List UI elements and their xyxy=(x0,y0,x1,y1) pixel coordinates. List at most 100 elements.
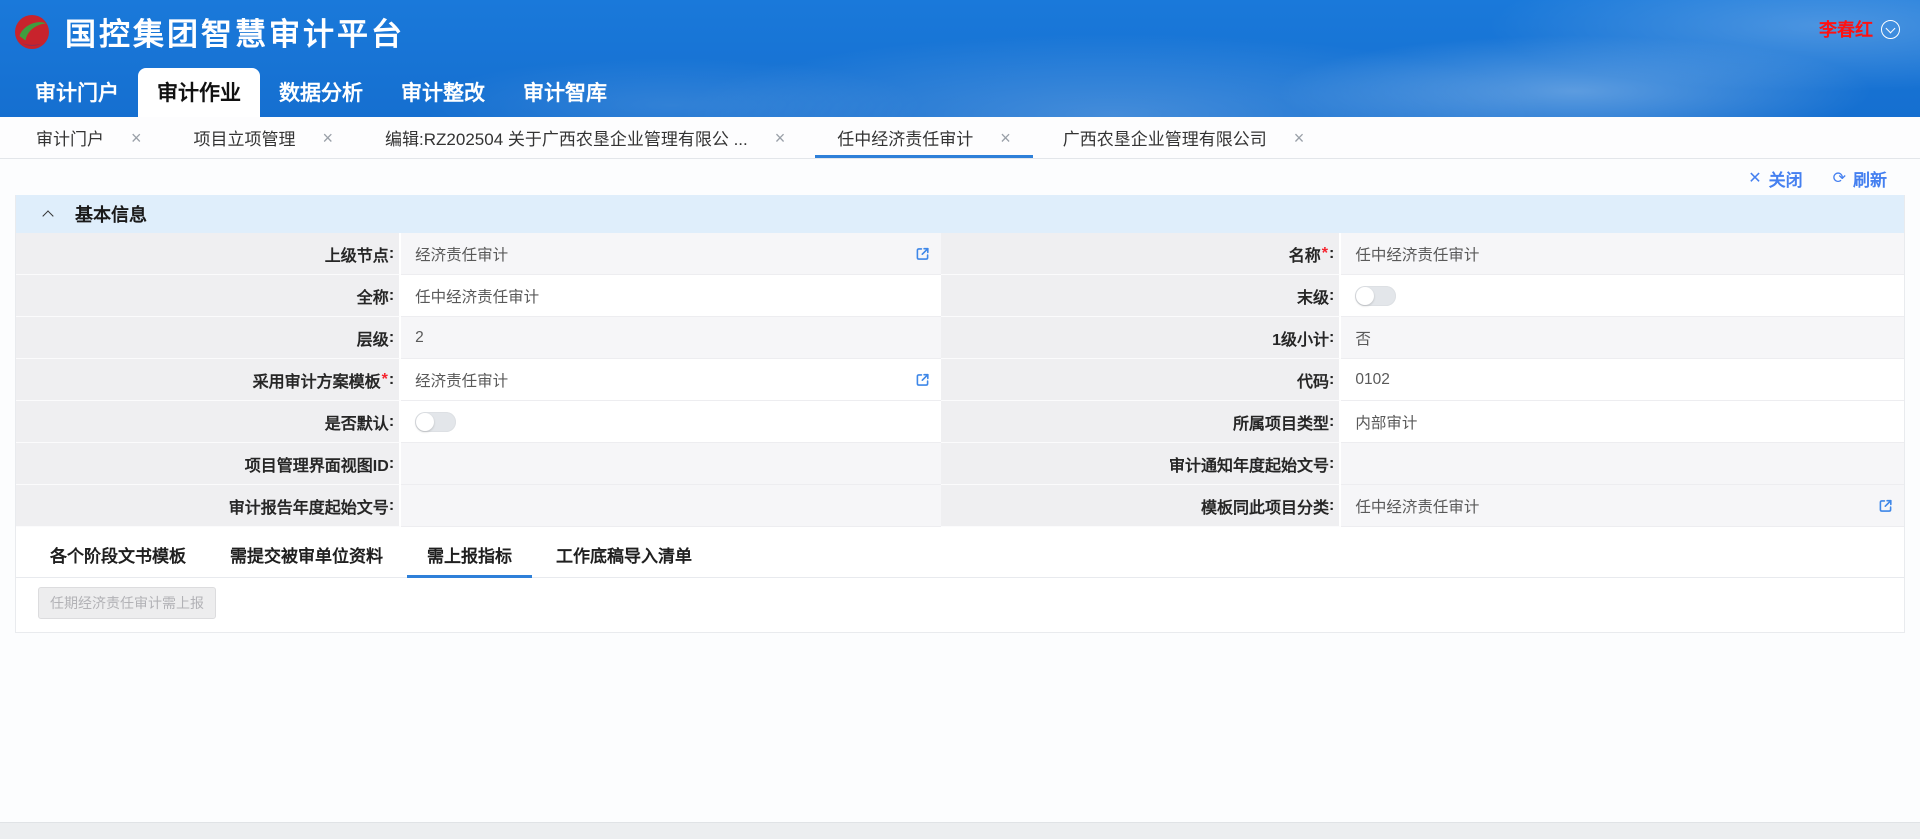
form-field[interactable]: 任中经济责任审计 xyxy=(1341,233,1904,275)
form-label-text: 名称 xyxy=(1289,242,1321,266)
tab-close-icon[interactable]: × xyxy=(1294,129,1305,147)
form-label-text: 1级小计 xyxy=(1272,326,1329,350)
form-label-text: 代码 xyxy=(1297,368,1329,392)
form-label-text: 所属项目类型 xyxy=(1233,410,1329,434)
app-logo-icon xyxy=(14,14,50,50)
form-label-text: 模板同此项目分类 xyxy=(1201,494,1329,518)
close-icon: ✕ xyxy=(1748,168,1761,188)
toggle-switch[interactable] xyxy=(1355,286,1396,306)
form-label: 审计通知年度起始文号: xyxy=(941,443,1341,485)
document-tab[interactable]: 审计门户× xyxy=(10,117,168,158)
basic-info-panel: 基本信息 上级节点:经济责任审计名称*:任中经济责任审计全称:任中经济责任审计末… xyxy=(15,195,1905,633)
tab-close-icon[interactable]: × xyxy=(1000,129,1011,147)
nav-item[interactable]: 审计门户 xyxy=(16,68,138,117)
label-colon: : xyxy=(1329,497,1334,515)
refresh-page-button[interactable]: ⟳刷新 xyxy=(1833,166,1887,191)
form-label: 所属项目类型: xyxy=(941,401,1341,443)
form-row: 项目管理界面视图ID: 审计通知年度起始文号: xyxy=(16,443,1904,485)
document-tab[interactable]: 广西农垦企业管理有限公司× xyxy=(1037,117,1331,158)
label-colon: : xyxy=(389,287,394,305)
form-field[interactable]: 经济责任审计 xyxy=(401,233,941,275)
chip-row: 任期经济责任审计需上报 xyxy=(16,578,1904,632)
form-field[interactable]: 0102 xyxy=(1341,359,1904,401)
detail-tab[interactable]: 各个阶段文书模板 xyxy=(28,533,208,577)
label-colon: : xyxy=(389,371,394,389)
form-label: 层级: xyxy=(16,317,401,359)
form-label-text: 上级节点 xyxy=(325,242,389,266)
form-field[interactable]: 内部审计 xyxy=(1341,401,1904,443)
form-field[interactable] xyxy=(401,401,941,443)
footer-strip xyxy=(0,822,1920,839)
required-mark: * xyxy=(1322,245,1328,263)
form-field[interactable]: 任中经济责任审计 xyxy=(401,275,941,317)
primary-nav: 审计门户审计作业数据分析审计整改审计智库 xyxy=(0,68,626,117)
tab-close-icon[interactable]: × xyxy=(323,129,334,147)
form-field[interactable]: 经济责任审计 xyxy=(401,359,941,401)
form-label: 名称*: xyxy=(941,233,1341,275)
form-label: 审计报告年度起始文号: xyxy=(16,485,401,527)
close-page-button[interactable]: ✕关闭 xyxy=(1748,166,1802,191)
nav-item[interactable]: 数据分析 xyxy=(260,68,382,117)
form-value: 任中经济责任审计 xyxy=(415,285,539,307)
label-colon: : xyxy=(389,329,394,347)
tab-close-icon[interactable]: × xyxy=(131,129,142,147)
form-label-text: 项目管理界面视图ID xyxy=(245,452,389,476)
app-title: 国控集团智慧审计平台 xyxy=(65,9,405,54)
form-field[interactable]: 2 xyxy=(401,317,941,359)
external-link-icon[interactable] xyxy=(1877,497,1894,514)
toggle-knob xyxy=(416,413,434,431)
tab-label: 任中经济责任审计 xyxy=(837,125,973,150)
label-colon: : xyxy=(389,245,394,263)
form-label-text: 全称 xyxy=(357,284,389,308)
form-label: 末级: xyxy=(941,275,1341,317)
label-colon: : xyxy=(1329,371,1334,389)
external-link-icon[interactable] xyxy=(914,371,931,388)
toggle-switch[interactable] xyxy=(415,412,456,432)
form-field[interactable] xyxy=(1341,443,1904,485)
label-colon: : xyxy=(1329,413,1334,431)
form-row: 全称: 任中经济责任审计 末级: xyxy=(16,275,1904,317)
nav-item[interactable]: 审计智库 xyxy=(504,68,626,117)
document-tab[interactable]: 任中经济责任审计 × xyxy=(811,117,1037,158)
form-row: 采用审计方案模板*:经济责任审计代码:0102 xyxy=(16,359,1904,401)
form-field[interactable]: 否 xyxy=(1341,317,1904,359)
page-toolbar: ✕关闭 ⟳刷新 xyxy=(15,159,1905,195)
detail-tab[interactable]: 工作底稿导入清单 xyxy=(534,533,714,577)
form-field[interactable] xyxy=(401,443,941,485)
form-value: 任中经济责任审计 xyxy=(1355,243,1479,265)
external-link-icon[interactable] xyxy=(914,245,931,262)
label-colon: : xyxy=(1329,329,1334,347)
form-value: 0102 xyxy=(1355,371,1389,389)
section-title: 基本信息 xyxy=(75,201,147,227)
detail-tab[interactable]: 需提交被审单位资料 xyxy=(208,533,405,577)
tab-close-icon[interactable]: × xyxy=(775,129,786,147)
tab-bar: 审计门户×项目立项管理×编辑:RZ202504 关于广西农垦企业管理有限公 ..… xyxy=(0,117,1920,159)
form-label-text: 采用审计方案模板 xyxy=(253,368,381,392)
chevron-down-icon[interactable] xyxy=(1881,20,1900,39)
form-field[interactable] xyxy=(401,485,941,527)
collapse-icon[interactable] xyxy=(42,210,55,218)
form-row: 是否默认:所属项目类型:内部审计 xyxy=(16,401,1904,443)
form-field[interactable]: 任中经济责任审计 xyxy=(1341,485,1904,527)
form-field[interactable] xyxy=(1341,275,1904,317)
app-header: 国控集团智慧审计平台 李春红 审计门户审计作业数据分析审计整改审计智库 xyxy=(0,0,1920,117)
document-tab[interactable]: 编辑:RZ202504 关于广西农垦企业管理有限公 ... × xyxy=(359,117,811,158)
bottom-tabs: 各个阶段文书模板需提交被审单位资料需上报指标工作底稿导入清单 xyxy=(16,527,1904,578)
form-value: 经济责任审计 xyxy=(415,369,508,391)
detail-tab[interactable]: 需上报指标 xyxy=(405,533,534,577)
nav-item[interactable]: 审计作业 xyxy=(138,68,260,117)
form-label: 项目管理界面视图ID: xyxy=(16,443,401,485)
tool-action-label: 刷新 xyxy=(1853,166,1887,191)
form-value: 否 xyxy=(1355,327,1371,349)
nav-item[interactable]: 审计整改 xyxy=(382,68,504,117)
label-colon: : xyxy=(389,455,394,473)
user-menu[interactable]: 李春红 xyxy=(1819,16,1900,42)
form-label-text: 末级 xyxy=(1297,284,1329,308)
user-name[interactable]: 李春红 xyxy=(1819,16,1873,42)
label-colon: : xyxy=(389,413,394,431)
label-colon: : xyxy=(389,497,394,515)
report-indicator-chip[interactable]: 任期经济责任审计需上报 xyxy=(38,587,216,619)
document-tab[interactable]: 项目立项管理× xyxy=(168,117,360,158)
tab-label: 编辑:RZ202504 关于广西农垦企业管理有限公 ... xyxy=(385,125,748,150)
form-value: 经济责任审计 xyxy=(415,243,508,265)
